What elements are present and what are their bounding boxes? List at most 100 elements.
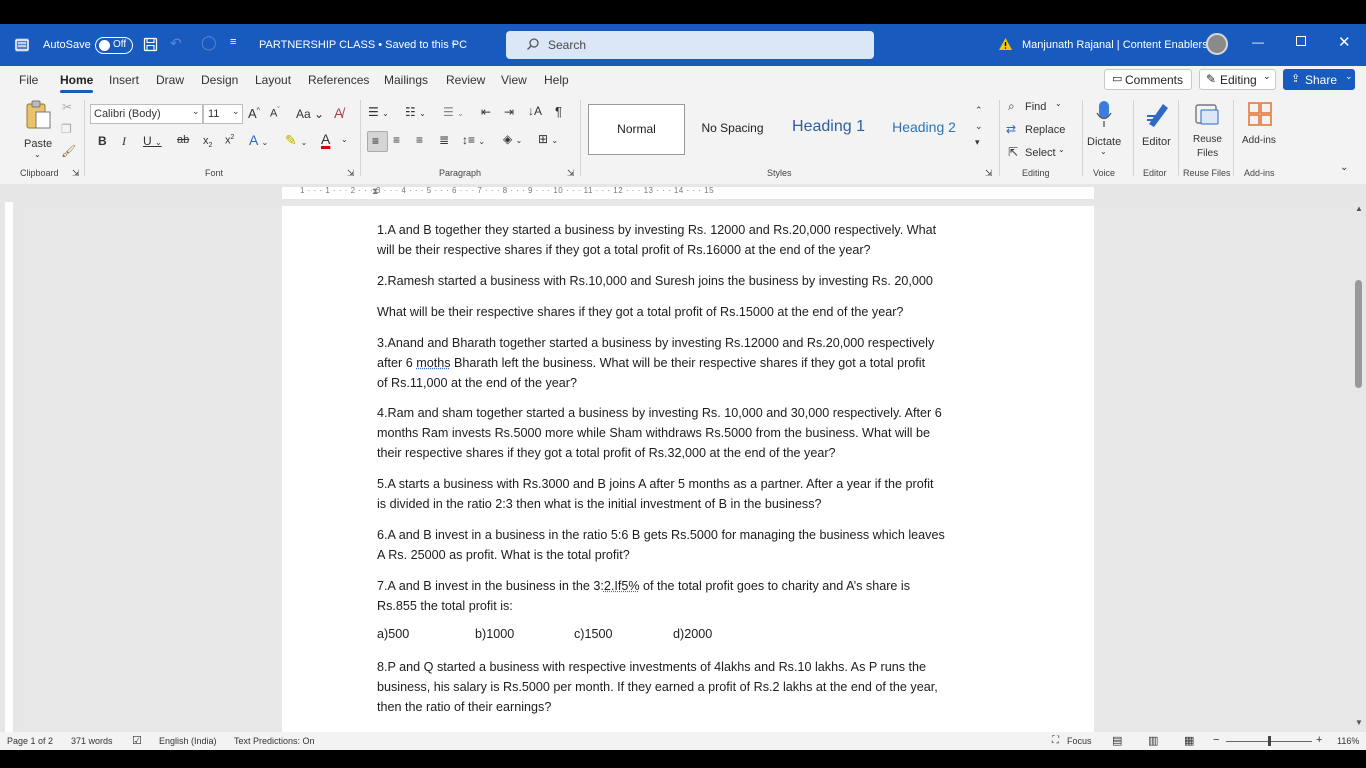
font-color-icon[interactable]: A xyxy=(321,131,330,147)
text-predictions[interactable]: Text Predictions: On xyxy=(234,736,315,746)
align-right-icon[interactable]: ≡ xyxy=(416,133,423,147)
underline-icon[interactable]: U ⌄ xyxy=(143,134,162,148)
style-heading-2[interactable]: Heading 2 xyxy=(876,104,972,155)
tab-help[interactable]: Help xyxy=(544,73,569,87)
minimize-icon[interactable]: — xyxy=(1252,35,1264,49)
restore-icon[interactable] xyxy=(1296,36,1306,46)
question-1[interactable]: 1.A and B together they started a busine… xyxy=(377,220,1002,260)
question-5[interactable]: 5.A starts a business with Rs.3000 and B… xyxy=(377,474,1002,514)
misspelled-word[interactable]: moths xyxy=(416,356,450,370)
numbering-icon[interactable]: ☷ ⌄ xyxy=(405,105,426,119)
focus-icon[interactable]: ⛶ xyxy=(1052,735,1059,746)
select-button[interactable]: ⇱ Select ⌄ xyxy=(1008,145,1068,163)
subscript-icon[interactable]: x2 xyxy=(203,135,212,149)
question-2-continued[interactable]: What will be their respective shares if … xyxy=(377,302,1002,322)
redo-icon[interactable]: ◯ xyxy=(201,34,217,51)
chevron-up-icon[interactable]: ⌃ xyxy=(975,105,983,116)
tab-draw[interactable]: Draw xyxy=(156,73,184,87)
share-button[interactable]: ⇪ Share ⌄ xyxy=(1283,69,1355,90)
collapse-ribbon-icon[interactable]: ⌄ xyxy=(1340,162,1348,173)
copy-icon[interactable]: ❐ xyxy=(61,122,72,136)
question-7[interactable]: 7.A and B invest in the business in the … xyxy=(377,576,1002,616)
question-6[interactable]: 6.A and B invest in a business in the ra… xyxy=(377,525,1002,565)
borders-icon[interactable]: ⊞ ⌄ xyxy=(538,132,558,146)
customize-toolbar-icon[interactable]: ≡ xyxy=(230,36,236,48)
font-name-combo[interactable]: Calibri (Body) ⌄ xyxy=(90,104,203,124)
paste-button[interactable]: Paste ⌄ xyxy=(20,100,56,159)
tab-home[interactable]: Home xyxy=(60,73,94,93)
bold-icon[interactable]: B xyxy=(98,134,107,148)
chevron-down-icon[interactable]: ⌄ xyxy=(341,135,348,144)
align-center-icon[interactable]: ≡ xyxy=(393,133,400,147)
highlight-icon[interactable]: ✎ ⌄ xyxy=(285,132,307,149)
tab-review[interactable]: Review xyxy=(446,73,485,87)
scrollbar-thumb[interactable] xyxy=(1355,280,1362,388)
style-normal[interactable]: Normal xyxy=(588,104,685,155)
read-mode-icon[interactable]: ▤ xyxy=(1112,734,1122,747)
web-layout-icon[interactable]: ▦ xyxy=(1184,734,1194,747)
cut-icon[interactable]: ✂ xyxy=(62,100,72,114)
style-heading-1[interactable]: Heading 1 xyxy=(780,104,877,155)
format-painter-icon[interactable]: 🖌 xyxy=(61,144,76,158)
document-title[interactable]: PARTNERSHIP CLASS • Saved to this PC xyxy=(259,39,467,51)
editor-button[interactable]: Editor xyxy=(1138,98,1176,158)
tab-design[interactable]: Design xyxy=(201,73,238,87)
focus-label[interactable]: Focus xyxy=(1067,736,1092,746)
tab-file[interactable]: File xyxy=(19,73,38,87)
question-3[interactable]: 3.Anand and Bharath together started a b… xyxy=(377,333,1002,393)
question-8[interactable]: 8.P and Q started a business with respec… xyxy=(377,657,1002,717)
zoom-in-icon[interactable]: + xyxy=(1316,734,1322,746)
language[interactable]: English (India) xyxy=(159,736,217,746)
find-button[interactable]: ⌕ Find ⌄ xyxy=(1008,99,1068,117)
text-effects-icon[interactable]: A ⌄ xyxy=(249,132,268,148)
replace-button[interactable]: ⇄ Replace xyxy=(1006,122,1068,140)
dialog-launcher-icon[interactable]: ⇲ xyxy=(72,168,80,179)
dictate-button[interactable]: Dictate ⌄ xyxy=(1086,98,1122,158)
print-layout-icon[interactable]: ▥ xyxy=(1148,734,1158,747)
sort-icon[interactable]: ↓A xyxy=(528,104,542,118)
zoom-slider-thumb[interactable] xyxy=(1268,736,1271,746)
scroll-up-icon[interactable]: ▲ xyxy=(1355,204,1363,213)
superscript-icon[interactable]: x2 xyxy=(225,134,234,147)
multilevel-list-icon[interactable]: ☰ ⌄ xyxy=(443,105,464,119)
tab-insert[interactable]: Insert xyxy=(109,73,139,87)
word-app-icon[interactable] xyxy=(14,37,30,53)
question-4[interactable]: 4.Ram and sham together started a busine… xyxy=(377,403,1002,463)
scroll-down-icon[interactable]: ▼ xyxy=(1355,718,1363,727)
editing-mode-button[interactable]: ✎ Editing ⌄ xyxy=(1199,69,1276,90)
comments-button[interactable]: ▭ Comments xyxy=(1104,69,1192,90)
increase-indent-icon[interactable]: ⇥ xyxy=(504,105,514,119)
horizontal-ruler[interactable]: 1 · · · 1 · · · 2 · · · 3 · · · 4 · · · … xyxy=(0,184,1366,202)
line-spacing-icon[interactable]: ↕≡ ⌄ xyxy=(462,133,485,147)
undo-icon[interactable]: ↶ xyxy=(170,35,182,52)
more-styles-icon[interactable]: ▾ xyxy=(975,137,980,148)
bullets-icon[interactable]: ☰ ⌄ xyxy=(368,105,389,119)
align-left-button[interactable]: ≡ xyxy=(367,131,388,152)
dialog-launcher-icon[interactable]: ⇲ xyxy=(985,168,993,179)
dialog-launcher-icon[interactable]: ⇲ xyxy=(347,168,355,179)
shading-icon[interactable]: ◈ ⌄ xyxy=(503,132,522,146)
italic-icon[interactable]: I xyxy=(122,134,126,149)
dialog-launcher-icon[interactable]: ⇲ xyxy=(567,168,575,179)
document-page[interactable]: 1.A and B together they started a busine… xyxy=(282,206,1094,732)
strikethrough-icon[interactable]: ab xyxy=(177,134,189,146)
autosave-toggle[interactable]: Off xyxy=(95,37,133,54)
zoom-out-icon[interactable]: − xyxy=(1213,734,1219,746)
vertical-scrollbar[interactable]: ▲ ▼ xyxy=(1352,202,1366,732)
add-ins-button[interactable]: Add-ins xyxy=(1238,98,1282,158)
chevron-down-icon[interactable]: ⌄ xyxy=(975,121,983,132)
font-size-combo[interactable]: 11 ⌄ xyxy=(203,104,243,124)
grammar-flagged-text[interactable]: 2.If5% xyxy=(604,579,640,593)
show-formatting-icon[interactable]: ¶ xyxy=(555,104,562,119)
clear-formatting-icon[interactable]: A̸ xyxy=(334,105,343,121)
tab-references[interactable]: References xyxy=(308,73,369,87)
tab-mailings[interactable]: Mailings xyxy=(384,73,428,87)
reuse-files-button[interactable]: Reuse Files xyxy=(1186,98,1228,162)
zoom-level[interactable]: 116% xyxy=(1337,736,1359,746)
word-count[interactable]: 371 words xyxy=(71,736,113,746)
change-case-icon[interactable]: Aa ⌄ xyxy=(296,107,324,121)
shrink-font-icon[interactable]: Aˇ xyxy=(270,107,280,120)
search-box[interactable]: Search xyxy=(506,31,874,59)
user-name[interactable]: Manjunath Rajanal | Content Enablers xyxy=(1022,39,1208,51)
grow-font-icon[interactable]: A^ xyxy=(248,106,260,121)
